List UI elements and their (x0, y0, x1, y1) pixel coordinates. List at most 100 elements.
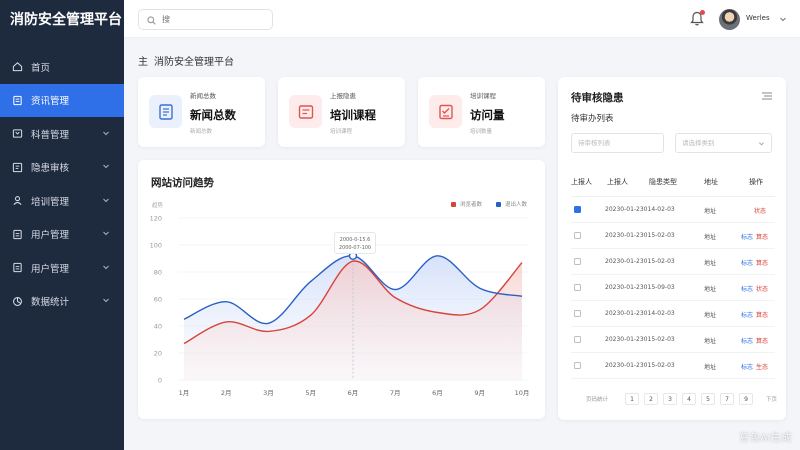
stat-sub: 培训数量 (470, 129, 493, 135)
row-status-link[interactable]: 状态 (756, 286, 768, 293)
stat-card-news[interactable]: 新闻总数 新闻总数 新闻总数 (138, 77, 265, 147)
row-checkbox[interactable] (574, 336, 581, 343)
row-checkbox[interactable] (574, 362, 581, 369)
stat-card-visits[interactable]: 培训课程 访问量 培训数量 (418, 77, 545, 147)
checklist-icon (429, 95, 462, 128)
category-select[interactable]: 请选择类别 (675, 133, 772, 153)
row-time: 20230-01-23014-02-03 (605, 206, 675, 213)
table-row[interactable]: 20230-01-23014-02-03 地址 标志 算态 (571, 301, 775, 327)
stat-card-courses[interactable]: 上报隐患 培训课程 培训课程 (278, 77, 405, 147)
sidebar-item-label: 首页 (31, 62, 51, 74)
page-button[interactable]: 2 (644, 393, 659, 405)
sidebar-item[interactable]: 用户管理 (0, 251, 124, 285)
row-checkbox[interactable] (574, 284, 581, 291)
document-icon (12, 95, 23, 106)
table-row[interactable]: 20230-01-23015-02-03 地址 标志 算态 (571, 249, 775, 275)
sidebar-item[interactable]: 培训管理 (0, 184, 124, 218)
y-tick-label: 60 (154, 296, 162, 304)
page-button[interactable]: 5 (701, 393, 716, 405)
page-button[interactable]: 7 (720, 393, 735, 405)
sidebar-item-label: 用户管理 (31, 230, 70, 242)
sidebar-item[interactable]: 首页 (0, 50, 124, 84)
x-tick-label: 2月 (221, 389, 232, 397)
review-panel: 待审核隐患 待审办列表 待审核列表 请选择类别 上报人 上报人 隐患类型 地址 … (558, 77, 786, 420)
table-row[interactable]: 20230-01-23015-02-03 地址 标志 算态 (571, 327, 775, 353)
sidebar-item[interactable]: 资讯管理 (0, 83, 124, 117)
avatar[interactable] (719, 9, 740, 30)
chevron-down-icon[interactable] (779, 15, 787, 23)
username[interactable]: Werles (746, 14, 770, 22)
tooltip-line2: 2000-07-100 (338, 245, 372, 251)
sidebar-item-label: 隐患审核 (31, 163, 70, 175)
table-row[interactable]: 20230-01-23014-02-03 地址 状态 (571, 197, 775, 223)
row-action-link[interactable]: 标志 (741, 286, 753, 293)
table-row[interactable]: 20230-01-23015-02-03 地址 标志 算态 (571, 223, 775, 249)
row-action-link[interactable]: 标志 (741, 364, 753, 371)
row-checkbox[interactable] (574, 206, 581, 213)
row-checkbox[interactable] (574, 258, 581, 265)
x-tick-label: 7月 (390, 389, 401, 397)
row-action-link[interactable]: 标志 (741, 312, 753, 319)
x-tick-label: 3月 (263, 389, 274, 397)
column-header: 上报人 (607, 178, 628, 186)
page-button[interactable]: 9 (739, 393, 754, 405)
chevron-down-icon (102, 196, 110, 204)
row-checkbox[interactable] (574, 310, 581, 317)
sidebar-item[interactable]: 科普管理 (0, 117, 124, 151)
row-time: 20230-01-23015-02-03 (605, 336, 675, 343)
chevron-down-icon (102, 296, 110, 304)
page-button[interactable]: 4 (682, 393, 697, 405)
x-tick-label: 6月 (348, 389, 359, 397)
row-checkbox[interactable] (574, 232, 581, 239)
next-page-button[interactable]: 下页 (766, 395, 777, 403)
pager-label: 页码统计 (586, 397, 609, 403)
row-action-link[interactable]: 标志 (741, 260, 753, 267)
y-tick-label: 0 (158, 377, 162, 385)
breadcrumb-title: 消防安全管理平台 (154, 57, 234, 68)
row-time: 20230-01-23015-02-03 (605, 232, 675, 239)
course-icon (289, 95, 322, 128)
watermark: 豆包AI生成 (739, 433, 792, 444)
row-actions: 标志 算态 (741, 232, 768, 241)
stat-title: 培训课程 (330, 108, 376, 122)
sidebar-item[interactable]: 用户管理 (0, 218, 124, 252)
top-header: Werles (124, 0, 800, 38)
row-action-link[interactable]: 标志 (741, 234, 753, 241)
menu-icon[interactable] (762, 92, 772, 100)
home-icon (12, 61, 23, 72)
pagination: 页码统计 1 2 3 4 5 7 9 下页 (586, 393, 777, 405)
row-status-link[interactable]: 算态 (756, 338, 768, 345)
row-time: 20230-01-23015-02-03 (605, 362, 675, 369)
sidebar-item[interactable]: 数据统计 (0, 285, 124, 319)
book-icon (12, 128, 23, 139)
search-box[interactable] (138, 9, 273, 30)
row-time: 20230-01-23014-02-03 (605, 310, 675, 317)
page-button[interactable]: 3 (663, 393, 678, 405)
stat-label: 新闻总数 (190, 92, 216, 100)
row-action-link[interactable]: 标志 (741, 338, 753, 345)
y-tick-label: 40 (154, 323, 162, 331)
row-status-link[interactable]: 生态 (756, 364, 768, 371)
chevron-down-icon (759, 142, 764, 146)
notification-bell-icon[interactable] (690, 10, 705, 27)
sidebar-item[interactable]: 隐患审核 (0, 151, 124, 185)
table-row[interactable]: 20230-01-23015-09-03 地址 标志 状态 (571, 275, 775, 301)
row-actions: 标志 生态 (741, 362, 768, 371)
panel-subtitle: 待审办列表 (571, 114, 614, 124)
row-status-link[interactable]: 算态 (756, 234, 768, 241)
sidebar-nav: 首页 资讯管理 科普管理 隐患审核 培训管理 用户管理 用户管理 数据统计 (0, 50, 124, 318)
stat-title: 访问量 (470, 108, 505, 122)
search-input[interactable] (162, 15, 262, 24)
row-status-link[interactable]: 算态 (756, 260, 768, 267)
page-button[interactable]: 1 (625, 393, 640, 405)
table-row[interactable]: 20230-01-23015-02-03 地址 标志 生态 (571, 353, 775, 379)
tooltip-line1: 2000-0-15.6 (339, 237, 371, 243)
file-icon (12, 262, 23, 273)
row-address: 地址 (704, 338, 717, 345)
filter-input[interactable]: 待审核列表 (571, 133, 664, 153)
row-status-link[interactable]: 状态 (754, 208, 766, 215)
chevron-down-icon (102, 162, 110, 170)
row-status-link[interactable]: 算态 (756, 312, 768, 319)
line-chart: 趋势 0 20 40 60 80 100 120 1月 2月 3月 5月 6月 7月 6月 9月 10月 (150, 201, 530, 397)
row-actions: 标志 算态 (741, 258, 768, 267)
